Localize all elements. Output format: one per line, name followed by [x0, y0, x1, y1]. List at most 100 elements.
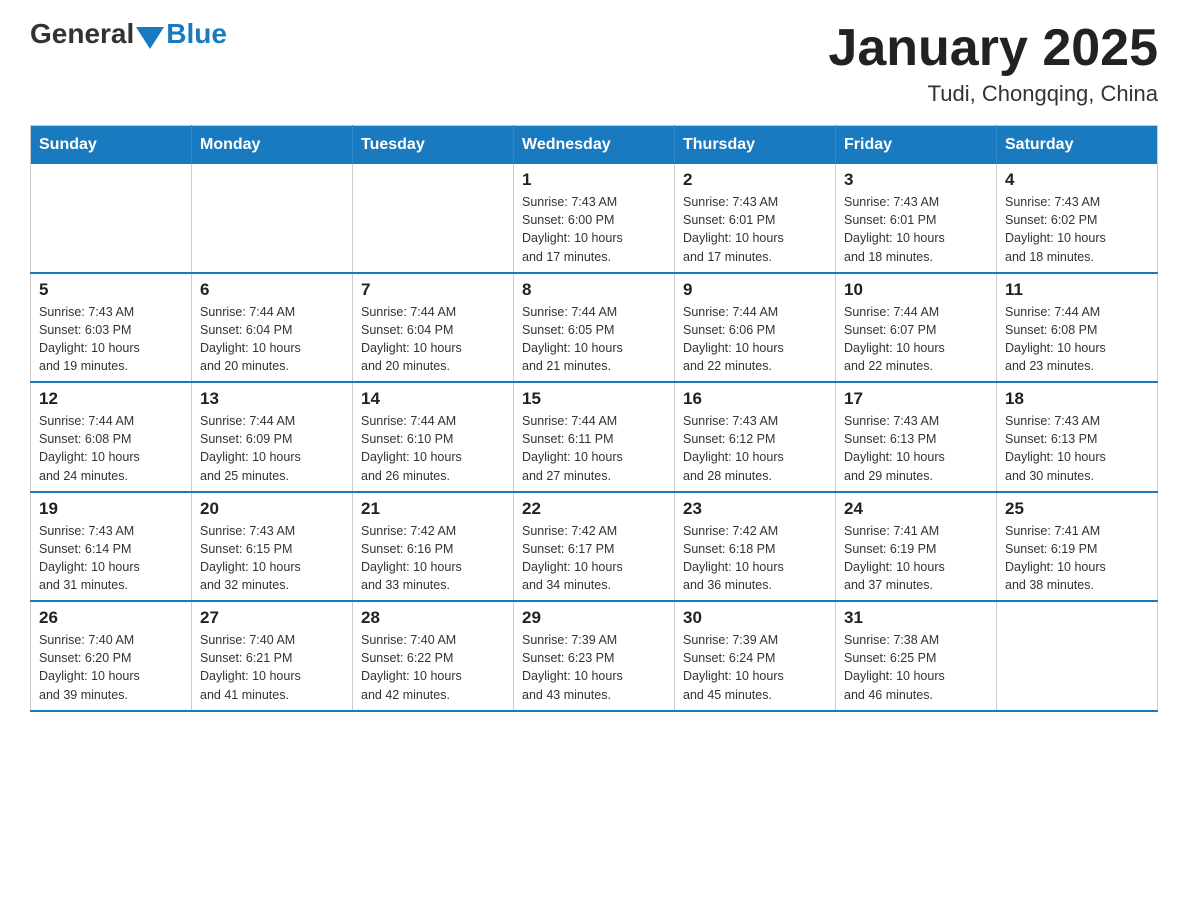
day-number: 15	[522, 389, 666, 409]
day-info: Sunrise: 7:43 AMSunset: 6:14 PMDaylight:…	[39, 522, 183, 595]
calendar-day-cell: 27Sunrise: 7:40 AMSunset: 6:21 PMDayligh…	[192, 601, 353, 711]
day-info: Sunrise: 7:44 AMSunset: 6:08 PMDaylight:…	[1005, 303, 1149, 376]
calendar-day-cell	[353, 164, 514, 273]
day-info: Sunrise: 7:41 AMSunset: 6:19 PMDaylight:…	[1005, 522, 1149, 595]
day-number: 22	[522, 499, 666, 519]
calendar-week-row: 1 Sunrise: 7:43 AMSunset: 6:00 PMDaylight…	[31, 164, 1158, 273]
calendar-table: SundayMondayTuesdayWednesdayThursdayFrid…	[30, 125, 1158, 712]
day-number: 29	[522, 608, 666, 628]
calendar-day-cell: 14Sunrise: 7:44 AMSunset: 6:10 PMDayligh…	[353, 382, 514, 492]
day-info: Sunrise: 7:43 AMSunset: 6:01 PMDaylight:…	[683, 193, 827, 266]
day-number: 8	[522, 280, 666, 300]
logo-triangle-icon	[136, 27, 164, 49]
column-header-wednesday: Wednesday	[514, 126, 675, 165]
day-number: 18	[1005, 389, 1149, 409]
day-info: Sunrise: 7:43 AMSunset: 6:02 PMDaylight:…	[1005, 193, 1149, 266]
calendar-title: January 2025	[828, 20, 1158, 77]
column-header-saturday: Saturday	[997, 126, 1158, 165]
day-info: Sunrise: 7:44 AMSunset: 6:07 PMDaylight:…	[844, 303, 988, 376]
day-info: Sunrise: 7:42 AMSunset: 6:17 PMDaylight:…	[522, 522, 666, 595]
day-info: Sunrise: 7:44 AMSunset: 6:08 PMDaylight:…	[39, 412, 183, 485]
calendar-day-cell: 6Sunrise: 7:44 AMSunset: 6:04 PMDaylight…	[192, 273, 353, 383]
title-area: January 2025 Tudi, Chongqing, China	[828, 20, 1158, 107]
calendar-day-cell: 26 Sunrise: 7:40 AMSunset: 6:20 PMDayligh…	[31, 601, 192, 711]
calendar-day-cell: 17 Sunrise: 7:43 AMSunset: 6:13 PMDayligh…	[836, 382, 997, 492]
calendar-day-cell: 21Sunrise: 7:42 AMSunset: 6:16 PMDayligh…	[353, 492, 514, 602]
day-number: 3	[844, 170, 988, 190]
calendar-subtitle: Tudi, Chongqing, China	[828, 81, 1158, 107]
day-number: 16	[683, 389, 827, 409]
calendar-week-row: 26 Sunrise: 7:40 AMSunset: 6:20 PMDayligh…	[31, 601, 1158, 711]
calendar-day-cell: 3 Sunrise: 7:43 AMSunset: 6:01 PMDaylight…	[836, 164, 997, 273]
day-number: 12	[39, 389, 183, 409]
day-number: 28	[361, 608, 505, 628]
day-info: Sunrise: 7:42 AMSunset: 6:16 PMDaylight:…	[361, 522, 505, 595]
column-header-friday: Friday	[836, 126, 997, 165]
logo: General Blue	[30, 20, 227, 48]
calendar-day-cell: 31Sunrise: 7:38 AMSunset: 6:25 PMDayligh…	[836, 601, 997, 711]
day-info: Sunrise: 7:39 AMSunset: 6:24 PMDaylight:…	[683, 631, 827, 704]
day-info: Sunrise: 7:41 AMSunset: 6:19 PMDaylight:…	[844, 522, 988, 595]
calendar-day-cell: 28Sunrise: 7:40 AMSunset: 6:22 PMDayligh…	[353, 601, 514, 711]
day-info: Sunrise: 7:43 AMSunset: 6:15 PMDaylight:…	[200, 522, 344, 595]
day-info: Sunrise: 7:39 AMSunset: 6:23 PMDaylight:…	[522, 631, 666, 704]
day-info: Sunrise: 7:44 AMSunset: 6:04 PMDaylight:…	[361, 303, 505, 376]
day-number: 24	[844, 499, 988, 519]
day-number: 11	[1005, 280, 1149, 300]
calendar-day-cell: 19 Sunrise: 7:43 AMSunset: 6:14 PMDayligh…	[31, 492, 192, 602]
day-number: 25	[1005, 499, 1149, 519]
day-number: 23	[683, 499, 827, 519]
day-info: Sunrise: 7:42 AMSunset: 6:18 PMDaylight:…	[683, 522, 827, 595]
day-number: 19	[39, 499, 183, 519]
day-number: 20	[200, 499, 344, 519]
column-header-monday: Monday	[192, 126, 353, 165]
day-info: Sunrise: 7:43 AMSunset: 6:13 PMDaylight:…	[1005, 412, 1149, 485]
calendar-week-row: 12 Sunrise: 7:44 AMSunset: 6:08 PMDayligh…	[31, 382, 1158, 492]
logo-blue: Blue	[166, 20, 227, 48]
calendar-day-cell: 2 Sunrise: 7:43 AMSunset: 6:01 PMDaylight…	[675, 164, 836, 273]
day-info: Sunrise: 7:43 AMSunset: 6:12 PMDaylight:…	[683, 412, 827, 485]
calendar-day-cell: 25 Sunrise: 7:41 AMSunset: 6:19 PMDayligh…	[997, 492, 1158, 602]
day-number: 10	[844, 280, 988, 300]
calendar-day-cell: 5Sunrise: 7:43 AMSunset: 6:03 PMDaylight…	[31, 273, 192, 383]
calendar-day-cell: 24 Sunrise: 7:41 AMSunset: 6:19 PMDayligh…	[836, 492, 997, 602]
day-number: 17	[844, 389, 988, 409]
calendar-day-cell: 7 Sunrise: 7:44 AMSunset: 6:04 PMDaylight…	[353, 273, 514, 383]
calendar-day-cell	[997, 601, 1158, 711]
calendar-day-cell: 12 Sunrise: 7:44 AMSunset: 6:08 PMDayligh…	[31, 382, 192, 492]
calendar-day-cell: 8Sunrise: 7:44 AMSunset: 6:05 PMDaylight…	[514, 273, 675, 383]
calendar-header-row: SundayMondayTuesdayWednesdayThursdayFrid…	[31, 126, 1158, 165]
calendar-day-cell: 4 Sunrise: 7:43 AMSunset: 6:02 PMDaylight…	[997, 164, 1158, 273]
day-number: 9	[683, 280, 827, 300]
calendar-day-cell: 20 Sunrise: 7:43 AMSunset: 6:15 PMDayligh…	[192, 492, 353, 602]
calendar-day-cell: 30Sunrise: 7:39 AMSunset: 6:24 PMDayligh…	[675, 601, 836, 711]
calendar-day-cell: 1 Sunrise: 7:43 AMSunset: 6:00 PMDaylight…	[514, 164, 675, 273]
calendar-week-row: 5Sunrise: 7:43 AMSunset: 6:03 PMDaylight…	[31, 273, 1158, 383]
day-number: 14	[361, 389, 505, 409]
calendar-day-cell: 18 Sunrise: 7:43 AMSunset: 6:13 PMDayligh…	[997, 382, 1158, 492]
calendar-day-cell: 9 Sunrise: 7:44 AMSunset: 6:06 PMDaylight…	[675, 273, 836, 383]
calendar-day-cell: 10 Sunrise: 7:44 AMSunset: 6:07 PMDayligh…	[836, 273, 997, 383]
day-number: 4	[1005, 170, 1149, 190]
day-info: Sunrise: 7:44 AMSunset: 6:04 PMDaylight:…	[200, 303, 344, 376]
day-info: Sunrise: 7:40 AMSunset: 6:20 PMDaylight:…	[39, 631, 183, 704]
day-info: Sunrise: 7:44 AMSunset: 6:09 PMDaylight:…	[200, 412, 344, 485]
day-info: Sunrise: 7:40 AMSunset: 6:21 PMDaylight:…	[200, 631, 344, 704]
day-info: Sunrise: 7:43 AMSunset: 6:01 PMDaylight:…	[844, 193, 988, 266]
calendar-day-cell: 11 Sunrise: 7:44 AMSunset: 6:08 PMDayligh…	[997, 273, 1158, 383]
calendar-day-cell	[192, 164, 353, 273]
day-number: 7	[361, 280, 505, 300]
calendar-day-cell: 13 Sunrise: 7:44 AMSunset: 6:09 PMDayligh…	[192, 382, 353, 492]
day-number: 26	[39, 608, 183, 628]
day-info: Sunrise: 7:43 AMSunset: 6:13 PMDaylight:…	[844, 412, 988, 485]
column-header-thursday: Thursday	[675, 126, 836, 165]
calendar-day-cell: 23 Sunrise: 7:42 AMSunset: 6:18 PMDayligh…	[675, 492, 836, 602]
day-number: 5	[39, 280, 183, 300]
day-info: Sunrise: 7:44 AMSunset: 6:06 PMDaylight:…	[683, 303, 827, 376]
day-number: 2	[683, 170, 827, 190]
day-number: 1	[522, 170, 666, 190]
day-number: 13	[200, 389, 344, 409]
calendar-day-cell: 16 Sunrise: 7:43 AMSunset: 6:12 PMDayligh…	[675, 382, 836, 492]
day-info: Sunrise: 7:43 AMSunset: 6:00 PMDaylight:…	[522, 193, 666, 266]
day-info: Sunrise: 7:38 AMSunset: 6:25 PMDaylight:…	[844, 631, 988, 704]
